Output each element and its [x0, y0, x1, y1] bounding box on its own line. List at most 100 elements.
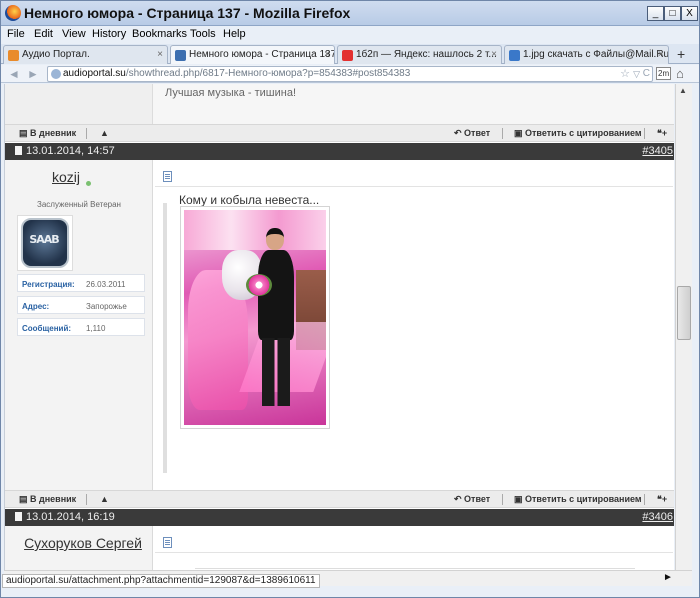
diary-button[interactable]: ▤ В дневник	[19, 494, 76, 505]
menu-edit[interactable]: Edit	[34, 28, 53, 40]
diary-button[interactable]: ▤ В дневник	[19, 128, 76, 139]
post-icon	[163, 171, 172, 182]
scroll-right-arrow-icon[interactable]: ►	[663, 572, 673, 583]
photo-groom	[246, 228, 298, 408]
separator	[644, 494, 645, 505]
menu-tools[interactable]: Tools	[190, 28, 216, 40]
window-title: Немного юмора - Страница 137 - Mozilla F…	[24, 5, 351, 21]
username-link[interactable]: Сухоруков Сергей	[23, 534, 143, 553]
firefox-logo-icon	[5, 5, 21, 21]
diary-label: В дневник	[30, 494, 77, 504]
maximize-button[interactable]: □	[664, 6, 681, 21]
username-link[interactable]: kozij	[52, 169, 80, 185]
post-action-bar: ▤ В дневник ▲ ↶ Ответ ▣ Ответить с цитир…	[5, 490, 674, 508]
reload-icon[interactable]: C	[643, 67, 650, 81]
quote-reply-button[interactable]: ▣ Ответить с цитированием	[514, 128, 642, 139]
photo-groom-head	[266, 228, 284, 250]
tab-close-icon[interactable]: ×	[324, 49, 330, 60]
separator	[86, 128, 87, 139]
reply-label: Ответ	[464, 128, 491, 138]
site-identity-icon[interactable]	[51, 69, 61, 79]
tab-close-icon[interactable]: ×	[658, 49, 664, 60]
previous-post-user-rail	[5, 84, 153, 124]
post-date: 13.01.2014, 14:57	[26, 145, 115, 157]
info-address: Адрес: Запорожье	[17, 296, 145, 314]
info-value: 1,110	[86, 324, 106, 333]
url-dropdown-icon[interactable]: ▽	[633, 67, 640, 81]
quote-reply-label: Ответить с цитированием	[525, 494, 642, 504]
tab-humor-page[interactable]: Немного юмора - Страница 137 ×	[170, 45, 335, 64]
menu-history[interactable]: History	[92, 28, 126, 40]
reply-button[interactable]: ↶ Ответ	[454, 494, 490, 505]
menu-help[interactable]: Help	[223, 28, 246, 40]
navigation-bar: ◄ ► audioportal.su/showthread.php/6817-Н…	[1, 65, 699, 83]
tab-close-icon[interactable]: ×	[157, 49, 163, 60]
reply-button[interactable]: ↶ Ответ	[454, 128, 490, 139]
report-warning-icon[interactable]: ▲	[100, 128, 109, 138]
new-tab-button[interactable]: +	[677, 46, 685, 62]
info-key: Сообщений:	[22, 324, 72, 333]
menu-bookmarks[interactable]: Bookmarks	[132, 28, 187, 40]
tab-strip: Аудио Портал. × Немного юмора - Страница…	[1, 44, 699, 64]
tab-label: Немного юмора - Страница 137	[189, 49, 335, 60]
post-permalink[interactable]: #3405	[642, 145, 673, 157]
separator	[86, 494, 87, 505]
scroll-up-arrow-icon[interactable]: ▲	[679, 86, 687, 95]
separator	[644, 128, 645, 139]
menu-view[interactable]: View	[62, 28, 86, 40]
multiquote-icon[interactable]: ❝+	[657, 128, 667, 139]
tab-yandex[interactable]: 1б2п — Яндекс: нашлось 2 т... ×	[337, 45, 502, 64]
info-key: Адрес:	[22, 302, 50, 311]
post-permalink[interactable]: #3406	[642, 511, 673, 523]
avatar[interactable]: SAAB	[17, 215, 73, 271]
bookmark-star-icon[interactable]: ☆	[620, 67, 630, 81]
title-bar: Немного юмора - Страница 137 - Mozilla F…	[1, 1, 699, 26]
previous-post-signature: Лучшая музыка - тишина!	[165, 87, 297, 99]
separator	[502, 128, 503, 139]
tab-close-icon[interactable]: ×	[491, 49, 497, 60]
home-icon[interactable]: ⌂	[676, 66, 684, 81]
divider	[155, 552, 673, 553]
wedding-photo-image	[184, 210, 326, 425]
info-key: Регистрация:	[22, 280, 75, 289]
post-action-bar: ▤ В дневник ▲ ↶ Ответ ▣ Ответить с цитир…	[5, 124, 674, 142]
post-date-doc-icon	[15, 146, 22, 155]
user-info-rail: kozij Заслуженный Ветеран SAAB Регистрац…	[5, 160, 153, 490]
menu-bar: File Edit View History Bookmarks Tools H…	[1, 27, 699, 43]
tab-audioportal[interactable]: Аудио Портал. ×	[3, 45, 168, 64]
tab-label: Аудио Портал.	[22, 49, 90, 60]
tab-mailru-files[interactable]: 1.jpg скачать с Файлы@Mail.Ru ×	[504, 45, 669, 64]
user-title: Заслуженный Ветеран	[37, 200, 121, 209]
info-posts-count: Сообщений: 1,110	[17, 318, 145, 336]
quote-reply-button[interactable]: ▣ Ответить с цитированием	[514, 494, 642, 505]
diary-label: В дневник	[30, 128, 77, 138]
attached-image-thumbnail[interactable]	[180, 206, 330, 429]
separator	[502, 494, 503, 505]
back-arrow-icon[interactable]: ◄	[8, 67, 20, 81]
post-date-bar: 13.01.2014, 14:57 #3405	[5, 143, 674, 160]
mailru-favicon-icon	[509, 50, 520, 61]
previous-post-tail: Лучшая музыка - тишина!	[5, 84, 674, 124]
url-path: /showthread.php/6817-Немного-юмора?p=854…	[125, 68, 411, 79]
photo-bouquet	[246, 274, 272, 296]
divider	[155, 186, 673, 187]
vertical-scrollbar[interactable]: ▲	[675, 84, 692, 570]
report-warning-icon[interactable]: ▲	[100, 494, 109, 504]
audioportal-favicon-icon	[8, 50, 19, 61]
status-bar-link-preview: audioportal.su/attachment.php?attachment…	[2, 574, 320, 588]
scrollbar-thumb[interactable]	[677, 286, 691, 340]
post-message: Кому и кобыла невеста...	[179, 193, 320, 207]
minimize-button[interactable]: _	[647, 6, 664, 21]
forward-arrow-icon[interactable]: ►	[27, 67, 39, 81]
page-favicon-icon	[175, 50, 186, 61]
tab-label: 1б2п — Яндекс: нашлось 2 т...	[356, 49, 497, 60]
close-button[interactable]: X	[681, 6, 698, 21]
post-3406: Сухоруков Сергей	[5, 526, 674, 570]
zoom-indicator[interactable]: 2m	[656, 67, 672, 80]
post-3405: kozij Заслуженный Ветеран SAAB Регистрац…	[5, 160, 674, 490]
post-icon	[163, 537, 172, 548]
multiquote-icon[interactable]: ❝+	[657, 494, 667, 505]
post-date-bar: 13.01.2014, 16:19 #3406	[5, 509, 674, 526]
url-bar[interactable]: audioportal.su/showthread.php/6817-Немно…	[47, 66, 653, 82]
menu-file[interactable]: File	[7, 28, 25, 40]
